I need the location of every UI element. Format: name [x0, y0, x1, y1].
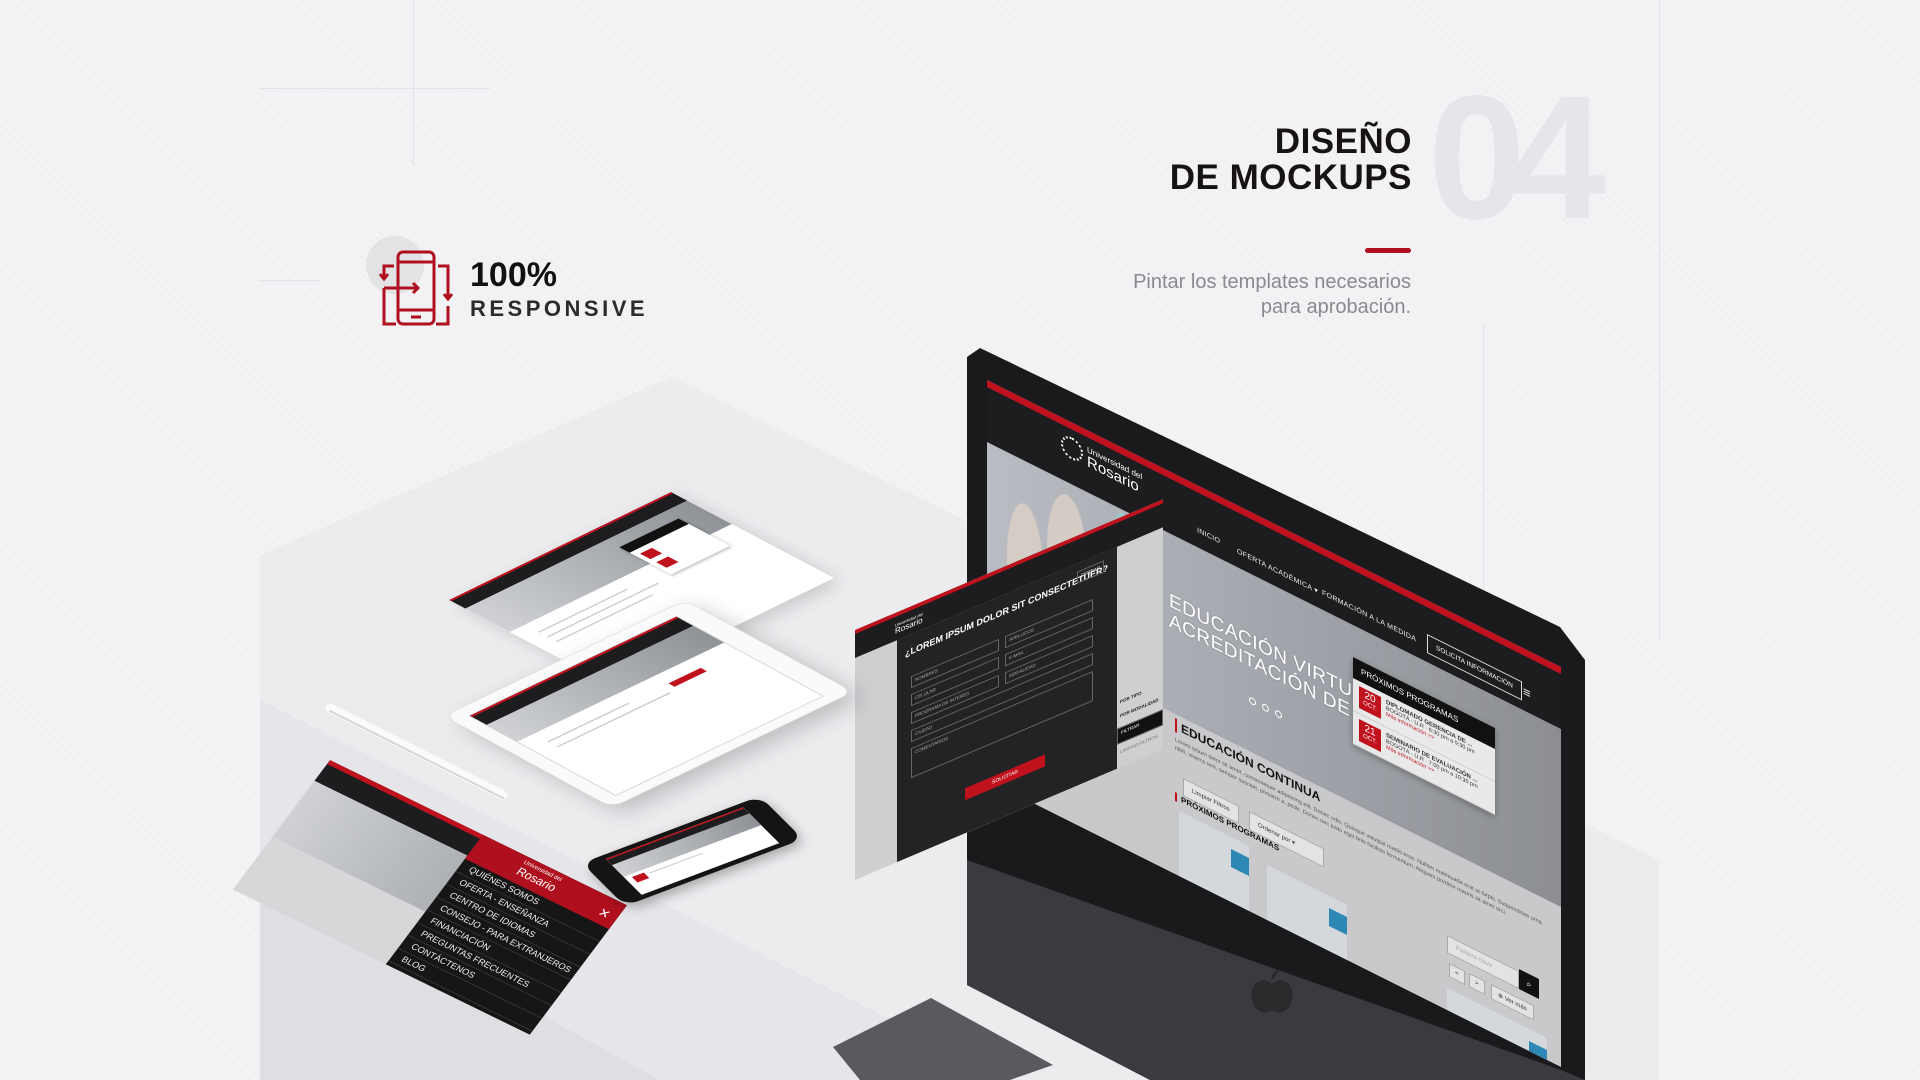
accent-divider: [1365, 248, 1411, 253]
prev-button[interactable]: <: [1449, 962, 1465, 985]
presentation-canvas: EDUCACIÓN VIRTUAL ACREDITACIÓN DE ALTA CA…: [0, 0, 1920, 1080]
next-button[interactable]: >: [1469, 972, 1485, 995]
badge-percent: 100%: [470, 256, 557, 294]
carousel-dots[interactable]: [1249, 695, 1282, 720]
section-subtitle: Pintar los templates necesarios para apro…: [1133, 271, 1411, 318]
university-logo[interactable]: Universidad del Rosario: [1061, 431, 1142, 497]
nav-inicio[interactable]: INICIO: [1197, 527, 1220, 546]
seal-icon: [1061, 431, 1083, 465]
hamburger-menu-icon[interactable]: ≡: [1523, 683, 1531, 702]
section-number: 04: [1428, 60, 1606, 256]
close-icon[interactable]: ✕: [594, 905, 614, 923]
search-icon[interactable]: ⌕: [1519, 968, 1539, 999]
device-scene: [260, 348, 1659, 1080]
badge-label: RESPONSIVE: [470, 296, 649, 321]
responsive-badge: 100% RESPONSIVE: [366, 236, 666, 336]
responsive-phone-rotate-icon: [378, 250, 454, 326]
section-title: DISEÑO DE MOCKUPS: [1169, 122, 1412, 197]
